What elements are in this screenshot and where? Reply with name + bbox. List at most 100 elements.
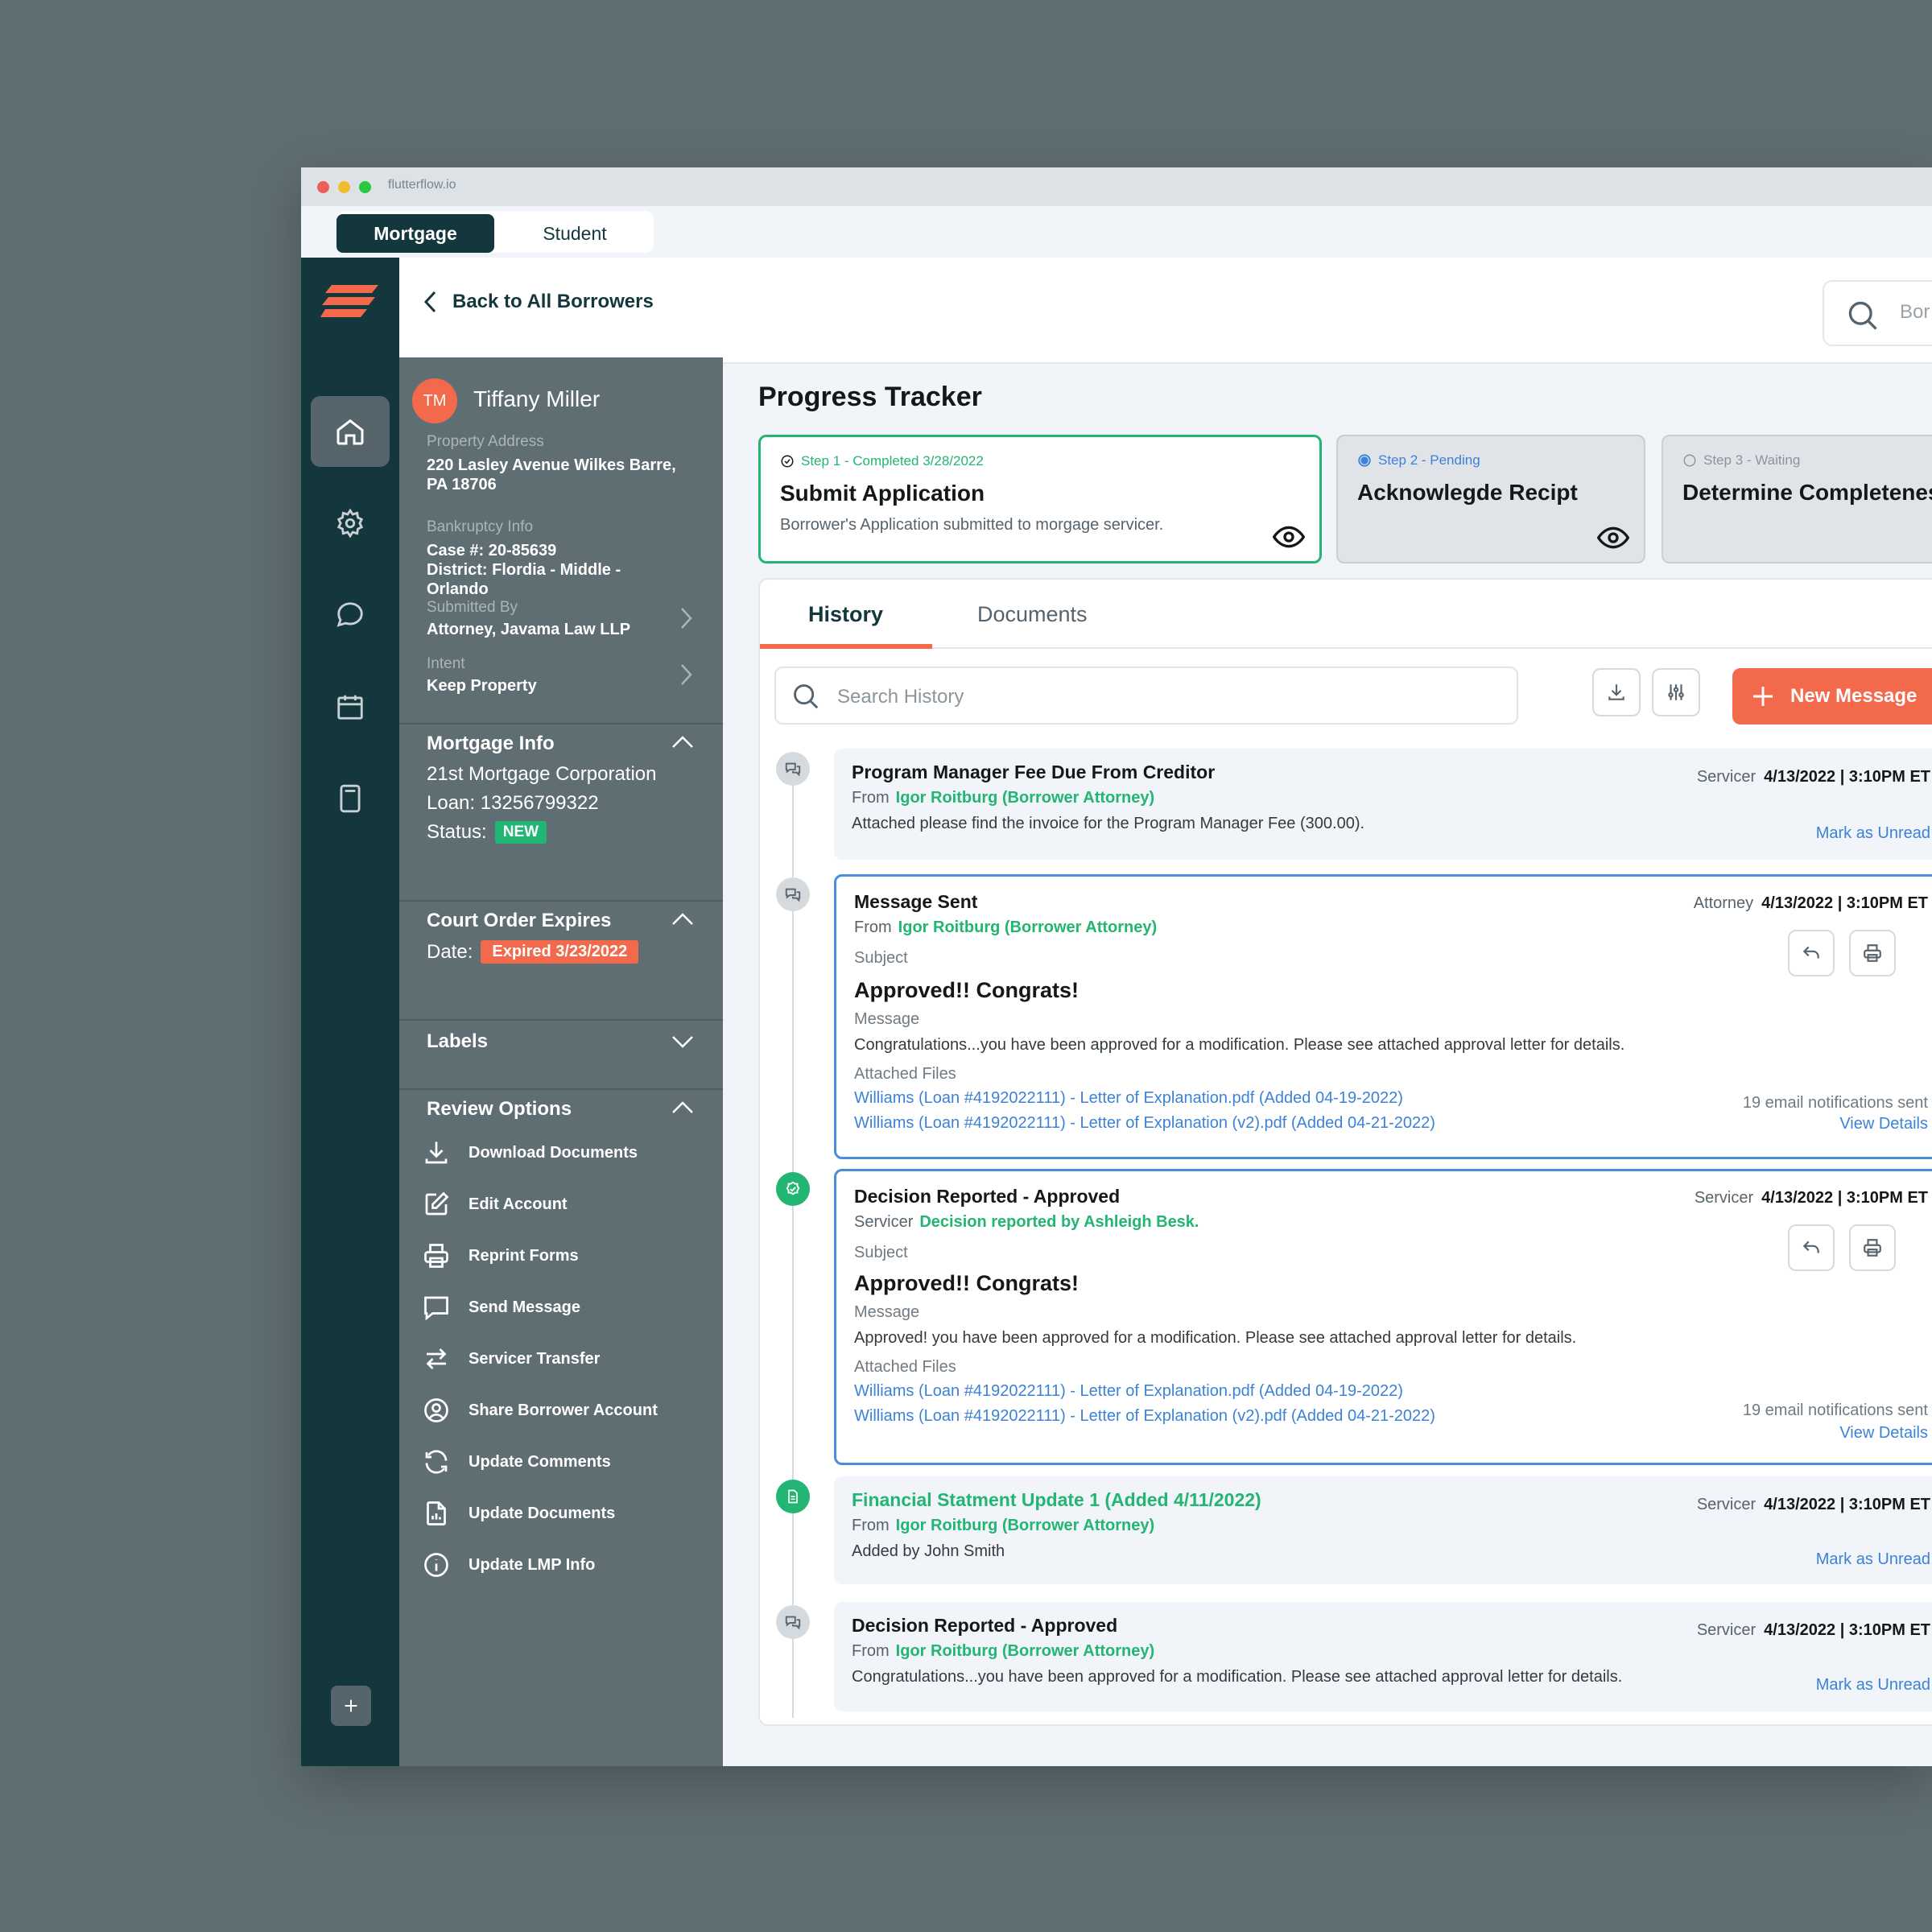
district-line1: District: Flordia - Middle - <box>427 561 621 579</box>
history-item-expanded[interactable]: Message Sent From Igor Roitburg (Borrower… <box>834 874 1932 1159</box>
reply-button[interactable] <box>1788 930 1835 976</box>
chevron-right-icon[interactable] <box>678 605 694 631</box>
step-desc: Borrower's Application submitted to morg… <box>780 516 1164 534</box>
printer-icon <box>424 1244 448 1268</box>
option-download-documents[interactable]: Download Documents <box>422 1138 638 1167</box>
step-tag: Step 3 - Waiting <box>1682 452 1800 469</box>
chat-icon <box>785 1616 801 1630</box>
nav-rail <box>301 258 399 1766</box>
step-card-2[interactable]: Step 2 - Pending Acknowlegde Recipt <box>1336 435 1645 564</box>
attached-file-link[interactable]: Williams (Loan #4192022111) - Letter of … <box>854 1114 1435 1133</box>
message-label: Message <box>854 1010 920 1028</box>
borrower-name: Tiffany Miller <box>473 386 601 411</box>
main-content: Progress Tracker Step 1 - Completed 3/28… <box>723 357 1932 1766</box>
option-servicer-transfer[interactable]: Servicer Transfer <box>422 1344 600 1373</box>
option-edit-account[interactable]: Edit Account <box>422 1190 568 1219</box>
chat-icon <box>424 1296 448 1321</box>
tab-mortgage[interactable]: Mortgage <box>336 214 494 253</box>
active-tab-indicator <box>760 644 932 649</box>
add-button[interactable] <box>331 1686 371 1726</box>
refresh-icon <box>425 1450 448 1474</box>
app-tabs-bar: Mortgage Student <box>301 206 1932 258</box>
option-send-message[interactable]: Send Message <box>422 1293 580 1322</box>
option-share-borrower-account[interactable]: Share Borrower Account <box>422 1396 658 1425</box>
mark-unread-link[interactable]: Mark as Unread <box>1816 1550 1930 1569</box>
eye-icon[interactable] <box>1597 525 1629 551</box>
divider <box>399 1088 723 1090</box>
labels-title[interactable]: Labels <box>427 1030 488 1053</box>
history-card: History Documents Search History New Mes… <box>758 578 1932 1726</box>
transfer-icon <box>426 1348 447 1369</box>
print-button[interactable] <box>1849 930 1896 976</box>
tab-documents[interactable]: Documents <box>977 602 1088 627</box>
timeline-dot <box>776 877 810 911</box>
nav-calculator[interactable] <box>311 763 390 834</box>
browser-window: flutterflow.io Mortgage Student Back to … <box>301 167 1932 1766</box>
option-reprint-forms[interactable]: Reprint Forms <box>422 1241 579 1270</box>
history-item[interactable]: Decision Reported - Approved From Igor Ro… <box>834 1602 1932 1711</box>
top-search-input[interactable]: Bor <box>1823 280 1932 346</box>
step-card-3[interactable]: Step 3 - Waiting Determine Completenes <box>1662 435 1932 564</box>
step-card-1[interactable]: Step 1 - Completed 3/28/2022 Submit Appl… <box>758 435 1322 564</box>
attached-file-link[interactable]: Williams (Loan #4192022111) - Letter of … <box>854 1382 1403 1401</box>
new-message-button[interactable]: New Message <box>1732 668 1932 724</box>
download-button[interactable] <box>1592 668 1641 716</box>
history-item-title: Decision Reported - Approved <box>852 1615 1118 1636</box>
nav-home[interactable] <box>311 396 390 467</box>
reply-icon <box>1802 1241 1819 1253</box>
maximize-dot[interactable] <box>359 181 371 193</box>
mortgage-loan: Loan: 13256799322 <box>427 792 599 814</box>
close-dot[interactable] <box>317 181 329 193</box>
notifications-count: 19 email notifications sent <box>1742 1094 1928 1112</box>
attached-file-link[interactable]: Williams (Loan #4192022111) - Letter of … <box>854 1407 1435 1426</box>
step-title: Submit Application <box>780 481 985 506</box>
chevron-up-icon[interactable] <box>670 1098 696 1117</box>
view-details-link[interactable]: View Details <box>1839 1424 1928 1443</box>
eye-icon[interactable] <box>1273 524 1305 550</box>
view-details-link[interactable]: View Details <box>1839 1115 1928 1133</box>
history-search-placeholder: Search History <box>837 686 964 708</box>
option-update-lmp-info[interactable]: Update LMP Info <box>422 1550 595 1579</box>
option-label: Update Documents <box>469 1504 616 1522</box>
filter-button[interactable] <box>1652 668 1700 716</box>
history-item[interactable]: Program Manager Fee Due From Creditor Fr… <box>834 749 1932 860</box>
chevron-down-icon[interactable] <box>670 1032 696 1051</box>
timeline-dot <box>776 1605 810 1639</box>
plus-icon <box>1753 687 1773 706</box>
submitted-value: Attorney, Javama Law LLP <box>427 621 631 638</box>
chevron-right-icon[interactable] <box>678 662 694 687</box>
badge-check-icon <box>786 1181 800 1195</box>
reply-button[interactable] <box>1788 1224 1835 1271</box>
nav-messages[interactable] <box>311 580 390 650</box>
back-link[interactable]: Back to All Borrowers <box>422 290 654 314</box>
chevron-up-icon[interactable] <box>670 910 696 929</box>
option-update-documents[interactable]: Update Documents <box>422 1499 615 1528</box>
attached-files-label: Attached Files <box>854 1065 956 1083</box>
intent-label: Intent <box>427 655 465 672</box>
nav-calendar[interactable] <box>311 671 390 742</box>
history-item-title: Program Manager Fee Due From Creditor <box>852 762 1216 782</box>
option-label: Update LMP Info <box>469 1555 596 1574</box>
mark-unread-link[interactable]: Mark as Unread <box>1816 1676 1930 1695</box>
attached-file-link[interactable]: Williams (Loan #4192022111) - Letter of … <box>854 1089 1403 1108</box>
history-item-expanded[interactable]: Decision Reported - Approved Servicer Dec… <box>834 1169 1932 1465</box>
borrower-panel: TM Tiffany Miller Property Address 220 L… <box>399 357 723 1766</box>
mark-unread-link[interactable]: Mark as Unread <box>1816 824 1930 843</box>
download-icon <box>425 1141 448 1164</box>
chevron-up-icon[interactable] <box>670 733 696 752</box>
tab-student[interactable]: Student <box>496 214 654 253</box>
minimize-dot[interactable] <box>338 181 350 193</box>
tab-history[interactable]: History <box>808 602 883 627</box>
history-item-body: Congratulations...you have been approved… <box>852 1668 1623 1686</box>
print-button[interactable] <box>1849 1224 1896 1271</box>
history-item[interactable]: Financial Statment Update 1 (Added 4/11/… <box>834 1476 1932 1584</box>
court-order-title: Court Order Expires <box>427 910 612 931</box>
chevron-left-icon <box>423 291 436 313</box>
option-update-comments[interactable]: Update Comments <box>422 1447 611 1476</box>
bankruptcy-label: Bankruptcy Info <box>427 518 534 535</box>
nav-settings[interactable] <box>311 488 390 559</box>
date-label: Date: <box>427 941 473 963</box>
history-search-input[interactable]: Search History <box>774 667 1518 724</box>
radio-selected-icon <box>1358 454 1371 467</box>
top-search-placeholder: Bor <box>1900 301 1930 323</box>
